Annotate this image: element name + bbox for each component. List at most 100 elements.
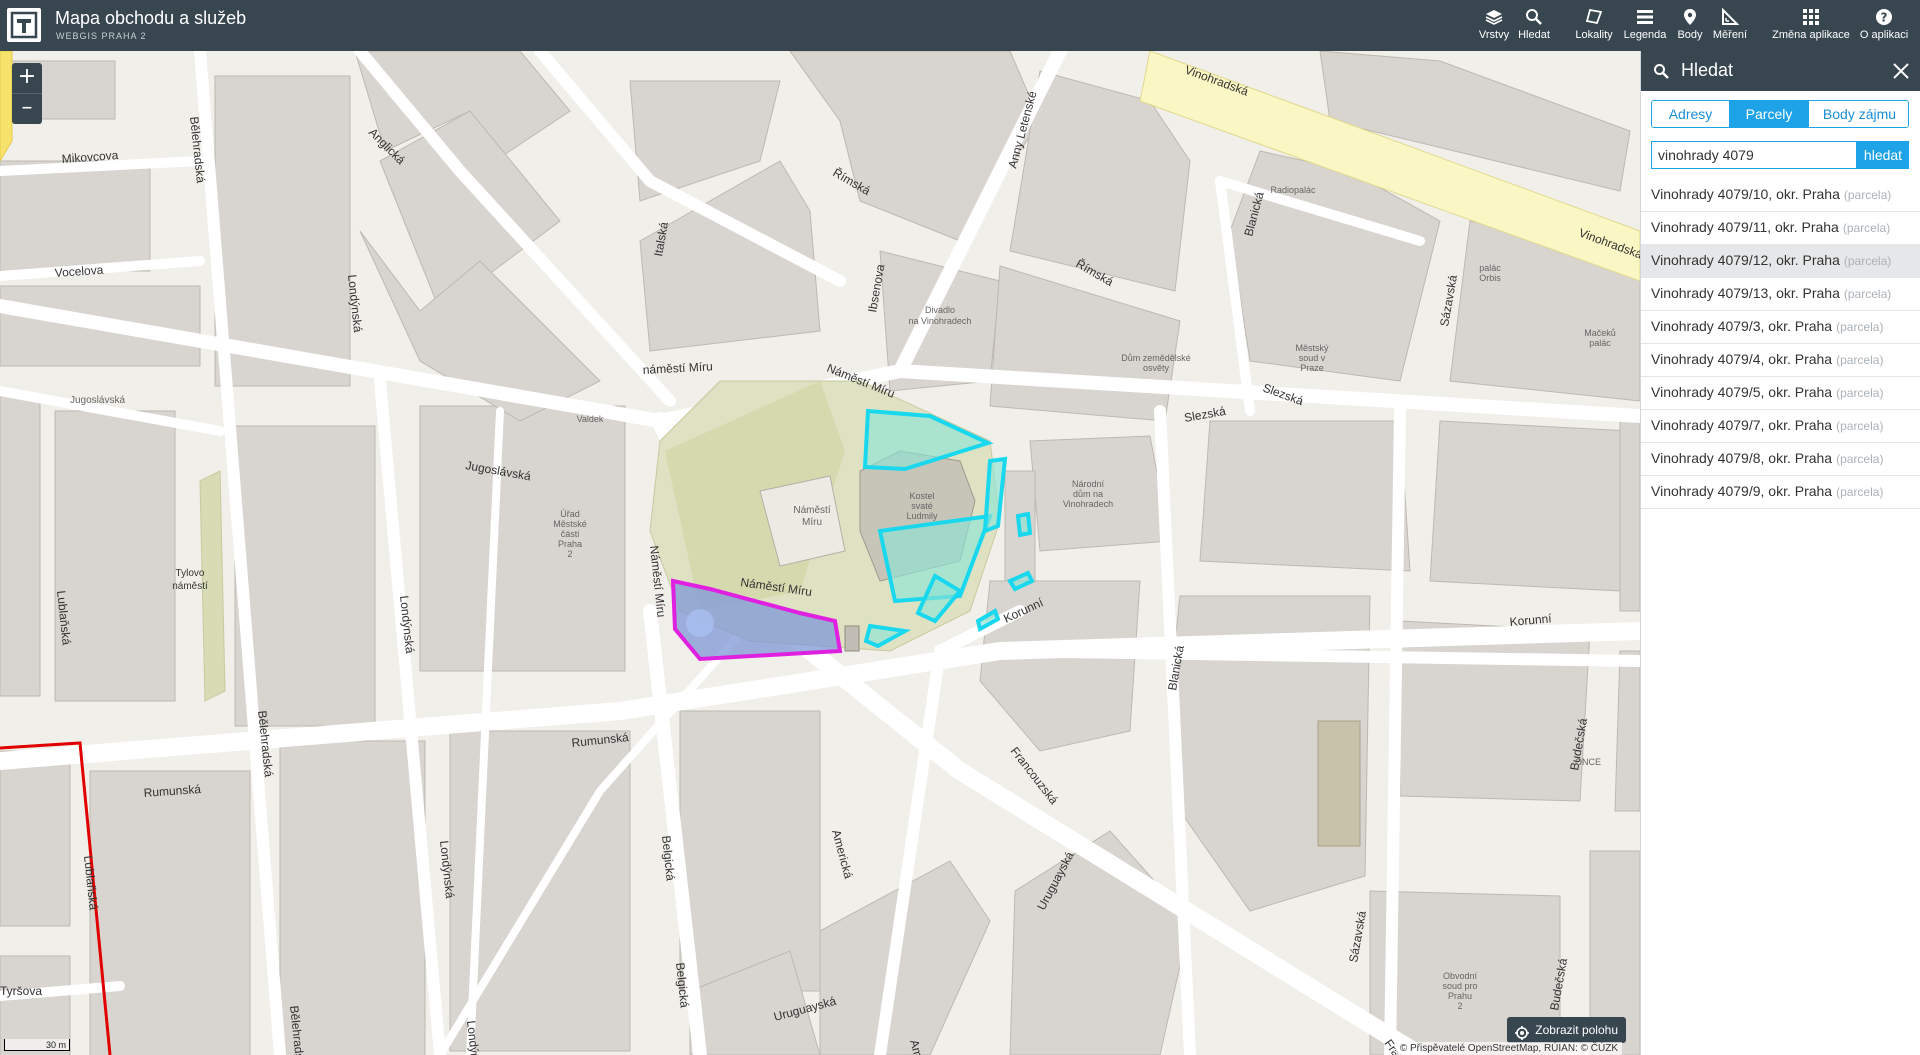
street-label: Korunní [1001, 595, 1046, 626]
legend-label: Legenda [1623, 29, 1667, 41]
result-name: Vinohrady 4079/8, okr. Praha [1651, 450, 1833, 466]
localities-button[interactable]: Lokality [1574, 6, 1614, 48]
square-label: náměstí [172, 581, 208, 592]
search-tabs: Adresy Parcely Body zájmu [1651, 100, 1909, 128]
square-label: Tylovo [176, 568, 205, 579]
poi-label: Městské [553, 519, 587, 529]
poi-label: Náměstí [793, 505, 830, 516]
street-label: Tyršova [0, 984, 42, 998]
street-label: Belgická [659, 835, 678, 882]
street-label: Uruguayská [772, 994, 838, 1024]
poi-label: 2 [567, 549, 572, 559]
street-label: Londýnská [464, 1020, 484, 1055]
poi-label: palác [1589, 338, 1611, 348]
street-label: Uruguayská [1034, 849, 1077, 912]
map-canvas[interactable]: Mikovcova Vocelova Bělehradská Anglická … [0, 51, 1640, 1055]
tab-points-of-interest[interactable]: Body zájmu [1808, 101, 1908, 127]
poi-label: Národní [1072, 479, 1105, 489]
street-label: Sázavská [1437, 274, 1460, 328]
result-item[interactable]: Vinohrady 4079/3, okr. Praha (parcela) [1641, 311, 1920, 344]
result-item[interactable]: Vinohrady 4079/7, okr. Praha (parcela) [1641, 410, 1920, 443]
street-label: Římská [1074, 256, 1117, 289]
results-list: Vinohrady 4079/10, okr. Praha (parcela) V… [1641, 179, 1920, 509]
layers-button[interactable]: Vrstvy [1474, 6, 1514, 48]
change-app-button[interactable]: Změna aplikace [1770, 6, 1852, 48]
street-label: Americká [829, 828, 856, 880]
street-label: Belgická [673, 962, 692, 1009]
street-label: Sázavská [1346, 910, 1369, 964]
search-button[interactable]: Hledat [1514, 6, 1554, 48]
about-button[interactable]: ? O aplikaci [1856, 6, 1912, 48]
grid-icon [1803, 9, 1819, 25]
street-label: Mikovcova [61, 148, 119, 166]
app-title: Mapa obchodu a služeb [55, 8, 247, 28]
street-label: Budečská [1547, 957, 1570, 1012]
app-logo[interactable] [7, 8, 41, 42]
street-label: Anny Letenské [1005, 89, 1039, 170]
street-label: Náměstí Míru [647, 545, 668, 618]
search-label: Hledat [1518, 29, 1550, 41]
search-submit-button[interactable]: hledat [1857, 141, 1909, 169]
about-label: O aplikaci [1859, 29, 1909, 41]
street-label: Lublaňská [54, 590, 74, 646]
localities-label: Lokality [1575, 29, 1613, 41]
street-label: Jugoslávská [70, 395, 125, 406]
tab-addresses[interactable]: Adresy [1652, 101, 1729, 127]
layers-icon [1485, 10, 1503, 25]
poi-label: Dům zemědělské [1121, 353, 1191, 363]
poi-label: Radiopalác [1270, 185, 1316, 195]
panel-header: Hledat [1641, 51, 1920, 91]
poi-label: Obvodní [1443, 971, 1478, 981]
measure-button[interactable]: Měření [1710, 6, 1750, 48]
change-app-label: Změna aplikace [1772, 29, 1850, 41]
result-type: (parcela) [1836, 353, 1884, 367]
polygon-icon [1585, 8, 1603, 25]
app-subtitle: WEBGIS PRAHA 2 [56, 31, 147, 41]
street-label: Náměstí Míru [740, 575, 813, 599]
result-item[interactable]: Vinohrady 4079/11, okr. Praha (parcela) [1641, 212, 1920, 245]
street-label: Londýnská [437, 840, 457, 900]
result-type: (parcela) [1836, 320, 1884, 334]
close-icon[interactable] [1891, 61, 1911, 86]
result-item[interactable]: Vinohrady 4079/13, okr. Praha (parcela) [1641, 278, 1920, 311]
poi-label: osvěty [1143, 363, 1170, 373]
result-name: Vinohrady 4079/3, okr. Praha [1651, 318, 1833, 334]
result-name: Vinohrady 4079/11, okr. Praha [1651, 219, 1839, 235]
show-location-button[interactable]: Zobrazit polohu [1507, 1017, 1626, 1043]
poi-label: soud pro [1442, 981, 1477, 991]
poi-label: části [561, 529, 580, 539]
zoom-control: + – [12, 63, 42, 124]
street-label: Bělehradská [187, 116, 208, 184]
poi-label: Orbis [1479, 273, 1501, 283]
logo-icon [10, 11, 38, 39]
ruler-icon [1722, 8, 1739, 25]
tab-parcels[interactable]: Parcely [1729, 101, 1808, 127]
result-item[interactable]: Vinohrady 4079/8, okr. Praha (parcela) [1641, 443, 1920, 476]
result-item[interactable]: Vinohrady 4079/9, okr. Praha (parcela) [1641, 476, 1920, 509]
poi-label: Divadlo [925, 305, 955, 315]
result-type: (parcela) [1836, 485, 1884, 499]
poi-label: Prahu [1448, 991, 1472, 1001]
measure-label: Měření [1712, 29, 1748, 41]
poi-label: dům na [1073, 489, 1103, 499]
search-input[interactable] [1651, 141, 1857, 169]
zoom-in-button[interactable]: + [12, 63, 42, 93]
street-label: Londýnská [397, 595, 417, 655]
zoom-out-button[interactable]: – [12, 93, 42, 124]
result-name: Vinohrady 4079/12, okr. Praha [1651, 252, 1840, 268]
layers-label: Vrstvy [1478, 29, 1510, 41]
points-button[interactable]: Body [1672, 6, 1708, 48]
poi-label: soud v [1299, 353, 1326, 363]
result-item[interactable]: Vinohrady 4079/10, okr. Praha (parcela) [1641, 179, 1920, 212]
poi-label: 2 [1457, 1001, 1462, 1011]
result-item[interactable]: Vinohrady 4079/5, okr. Praha (parcela) [1641, 377, 1920, 410]
result-type: (parcela) [1836, 386, 1884, 400]
map-attribution: © Přispěvatelé OpenStreetMap, RÚIAN: © Č… [1395, 1042, 1622, 1055]
result-item[interactable]: Vinohrady 4079/4, okr. Praha (parcela) [1641, 344, 1920, 377]
result-name: Vinohrady 4079/7, okr. Praha [1651, 417, 1833, 433]
result-item[interactable]: Vinohrady 4079/12, okr. Praha (parcela) [1641, 245, 1920, 278]
legend-button[interactable]: Legenda [1622, 6, 1668, 48]
panel-title: Hledat [1681, 60, 1734, 80]
poi-label: palác [1479, 263, 1501, 273]
poi-label: Kostel [909, 491, 934, 501]
